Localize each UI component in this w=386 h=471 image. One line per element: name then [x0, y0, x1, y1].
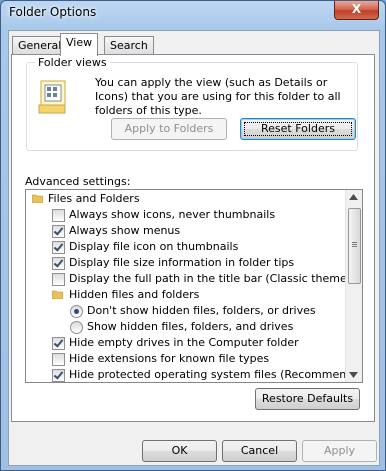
advanced-settings-tree[interactable]: Files and Folders Always show icons, nev…: [25, 189, 363, 383]
window-title: Folder Options: [9, 5, 97, 19]
scroll-down-icon[interactable]: [349, 372, 358, 378]
cancel-button[interactable]: Cancel: [222, 440, 297, 462]
tree-item-label: Don't show hidden files, folders, or dri…: [87, 304, 316, 317]
focus-rectangle: [244, 122, 352, 136]
tree-item-label: Hidden files and folders: [69, 288, 200, 301]
vertical-scrollbar[interactable]: [345, 190, 362, 382]
checkbox[interactable]: [52, 241, 65, 254]
reset-folders-button[interactable]: Reset Folders: [240, 118, 356, 140]
tree-item-label: Display file icon on thumbnails: [69, 240, 239, 253]
restore-defaults-button[interactable]: Restore Defaults: [255, 388, 360, 410]
tree-item-label: Display file size information in folder …: [69, 256, 295, 269]
radio-button[interactable]: [70, 321, 83, 334]
checkbox[interactable]: [52, 353, 65, 366]
advanced-settings-label: Advanced settings:: [25, 175, 131, 188]
tree-item-label: Hide empty drives in the Computer folder: [69, 336, 299, 349]
folder-icon: [32, 194, 43, 203]
tree-item-label: Hide extensions for known file types: [69, 352, 270, 365]
ok-button[interactable]: OK: [142, 440, 217, 462]
tree-item-label: Display the full path in the title bar (…: [69, 272, 363, 285]
tab-search[interactable]: Search: [104, 36, 154, 55]
grip-line: [352, 246, 357, 247]
tree-item-label: Show hidden files, folders, and drives: [87, 320, 294, 333]
folder-views-description: You can apply the view (such as Details …: [95, 76, 341, 117]
checkbox[interactable]: [52, 337, 65, 350]
tree-item-label: Always show menus: [69, 224, 181, 237]
checkbox[interactable]: [52, 257, 65, 270]
radio-button[interactable]: [70, 305, 83, 318]
tree-item-label: Always show icons, never thumbnails: [69, 208, 276, 221]
tree-item-label: Files and Folders: [48, 192, 140, 205]
close-icon: X: [351, 2, 362, 16]
grip-line: [352, 242, 357, 243]
checkbox[interactable]: [52, 209, 65, 222]
folder-views-label: Folder views: [35, 56, 110, 69]
checkbox[interactable]: [52, 369, 65, 382]
folder-views-icon: [38, 80, 66, 114]
apply-button[interactable]: Apply: [302, 440, 377, 462]
folder-icon: [52, 290, 63, 299]
folder-options-window: Folder Options X General View Search Fol…: [0, 0, 386, 471]
apply-to-folders-button[interactable]: Apply to Folders: [111, 118, 227, 140]
tab-view[interactable]: View: [60, 33, 99, 56]
folder-views-group: Folder views You can apply the view (suc…: [26, 56, 358, 151]
scrollbar-thumb[interactable]: [348, 208, 361, 284]
view-tab-panel: Folder views You can apply the view (suc…: [11, 54, 375, 422]
checkbox[interactable]: [52, 225, 65, 238]
dialog-client: General View Search Folder views You can…: [8, 30, 380, 466]
close-button[interactable]: X: [334, 1, 379, 20]
tree-item-label: Hide protected operating system files (R…: [69, 368, 363, 381]
checkbox[interactable]: [52, 273, 65, 286]
scroll-up-icon[interactable]: [349, 194, 358, 200]
title-bar[interactable]: Folder Options X: [1, 1, 385, 23]
grip-line: [352, 244, 357, 245]
